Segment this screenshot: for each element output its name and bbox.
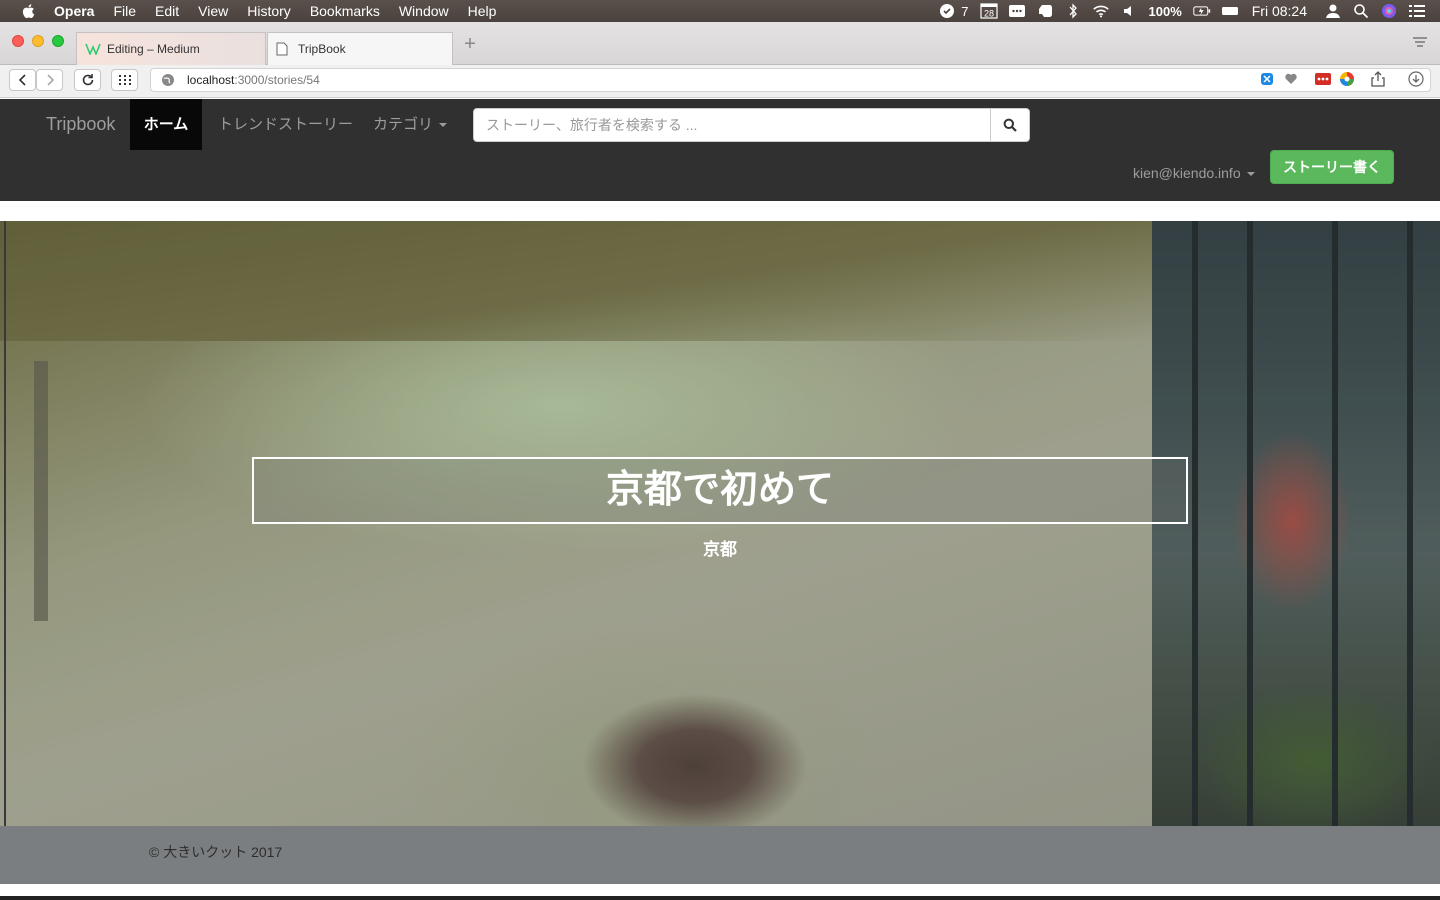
adblock-extension-icon[interactable] bbox=[1259, 71, 1275, 87]
menu-file[interactable]: File bbox=[113, 3, 136, 19]
page-icon bbox=[276, 42, 292, 56]
search-button[interactable] bbox=[990, 108, 1030, 142]
window-close-button[interactable] bbox=[12, 35, 24, 47]
nav-category-label: カテゴリ bbox=[373, 116, 434, 133]
share-icon[interactable] bbox=[1370, 71, 1386, 87]
spotlight-search-icon[interactable] bbox=[1352, 3, 1370, 19]
browser-tab-bar: Editing – Medium TripBook + bbox=[0, 22, 1440, 65]
url-field[interactable]: localhost:3000/stories/54 bbox=[150, 68, 1431, 92]
wifi-icon[interactable] bbox=[1092, 3, 1110, 19]
user-email: kien@kiendo.info bbox=[1133, 165, 1241, 181]
page-footer: © 大きいクット 2017 bbox=[0, 826, 1440, 884]
heart-extension-icon[interactable] bbox=[1283, 71, 1299, 87]
url-path: :3000/stories/54 bbox=[234, 73, 320, 87]
color-picker-extension-icon[interactable] bbox=[1339, 71, 1355, 87]
apple-icon[interactable] bbox=[20, 2, 38, 20]
browser-address-bar: localhost:3000/stories/54 bbox=[0, 65, 1440, 98]
tab-menu-icon[interactable] bbox=[1412, 36, 1428, 48]
nav-home[interactable]: ホーム bbox=[130, 99, 202, 150]
download-icon[interactable] bbox=[1408, 71, 1424, 87]
nav-trend-stories[interactable]: トレンドストーリー bbox=[218, 99, 353, 150]
menu-view[interactable]: View bbox=[198, 3, 228, 19]
notification-center-icon[interactable] bbox=[1408, 3, 1426, 19]
reload-button[interactable] bbox=[74, 69, 101, 91]
evernote-icon[interactable] bbox=[1036, 3, 1054, 19]
battery-percent: 100% bbox=[1148, 3, 1182, 19]
user-icon[interactable] bbox=[1324, 3, 1342, 19]
chevron-left-icon bbox=[18, 74, 26, 86]
menu-edit[interactable]: Edit bbox=[155, 3, 179, 19]
write-story-button[interactable]: ストーリー書く bbox=[1270, 150, 1394, 184]
user-menu-dropdown[interactable]: kien@kiendo.info bbox=[1133, 165, 1255, 181]
forward-button[interactable] bbox=[36, 69, 63, 91]
calendar-icon[interactable]: 28 bbox=[979, 3, 998, 19]
volume-icon[interactable] bbox=[1120, 3, 1138, 19]
menu-window[interactable]: Window bbox=[399, 3, 449, 19]
siri-icon[interactable] bbox=[1380, 3, 1398, 19]
keyboard-icon[interactable] bbox=[1221, 3, 1239, 19]
site-info-icon[interactable] bbox=[161, 73, 175, 87]
menu-history[interactable]: History bbox=[247, 3, 291, 19]
search-input[interactable]: ストーリー、旅行者を検索する ... bbox=[473, 108, 991, 142]
window-minimize-button[interactable] bbox=[32, 35, 44, 47]
window-zoom-button[interactable] bbox=[52, 35, 64, 47]
menubar-clock[interactable]: Fri 08:24 bbox=[1252, 3, 1307, 19]
menu-help[interactable]: Help bbox=[468, 3, 497, 19]
bluetooth-icon[interactable] bbox=[1064, 3, 1082, 19]
tab-tripbook[interactable]: TripBook bbox=[267, 32, 453, 65]
notification-heart-icon[interactable] bbox=[938, 3, 956, 19]
status-area: 7 28 100% Fri 08:24 bbox=[933, 0, 1440, 22]
chevron-right-icon bbox=[46, 74, 54, 86]
calendar-day: 28 bbox=[983, 9, 993, 19]
caret-down-icon bbox=[439, 123, 448, 128]
lastpass-extension-icon[interactable] bbox=[1315, 71, 1331, 87]
story-location: 京都 bbox=[703, 540, 737, 559]
speed-dial-button[interactable] bbox=[111, 69, 138, 91]
brand-logo[interactable]: Tripbook bbox=[46, 114, 115, 134]
url-host: localhost bbox=[187, 73, 235, 87]
nav-category-dropdown[interactable]: カテゴリ bbox=[373, 99, 448, 150]
story-cover: 京都で初めて 京都 bbox=[0, 221, 1440, 826]
search-icon bbox=[1003, 118, 1017, 132]
caret-down-icon bbox=[1246, 172, 1255, 177]
new-tab-button[interactable]: + bbox=[460, 34, 480, 54]
tab-label: Editing – Medium bbox=[107, 42, 200, 56]
menu-bookmarks[interactable]: Bookmarks bbox=[310, 3, 380, 19]
menu-opera[interactable]: Opera bbox=[54, 3, 94, 19]
os-menubar: Opera File Edit View History Bookmarks W… bbox=[0, 0, 1440, 22]
medium-icon bbox=[85, 42, 101, 56]
tab-label: TripBook bbox=[298, 42, 346, 56]
battery-icon[interactable] bbox=[1193, 3, 1211, 19]
copyright-text: © 大きいクット 2017 bbox=[149, 844, 283, 860]
story-title: 京都で初めて bbox=[252, 457, 1188, 524]
reload-icon bbox=[82, 74, 93, 86]
back-button[interactable] bbox=[9, 69, 36, 91]
app-navbar: Tripbook ホーム トレンドストーリー カテゴリ ストーリー、旅行者を検索… bbox=[0, 99, 1440, 201]
grid-icon bbox=[118, 75, 131, 85]
tab-editing-medium[interactable]: Editing – Medium bbox=[76, 32, 266, 65]
chat-icon[interactable] bbox=[1008, 3, 1026, 19]
notification-count: 7 bbox=[961, 3, 969, 19]
